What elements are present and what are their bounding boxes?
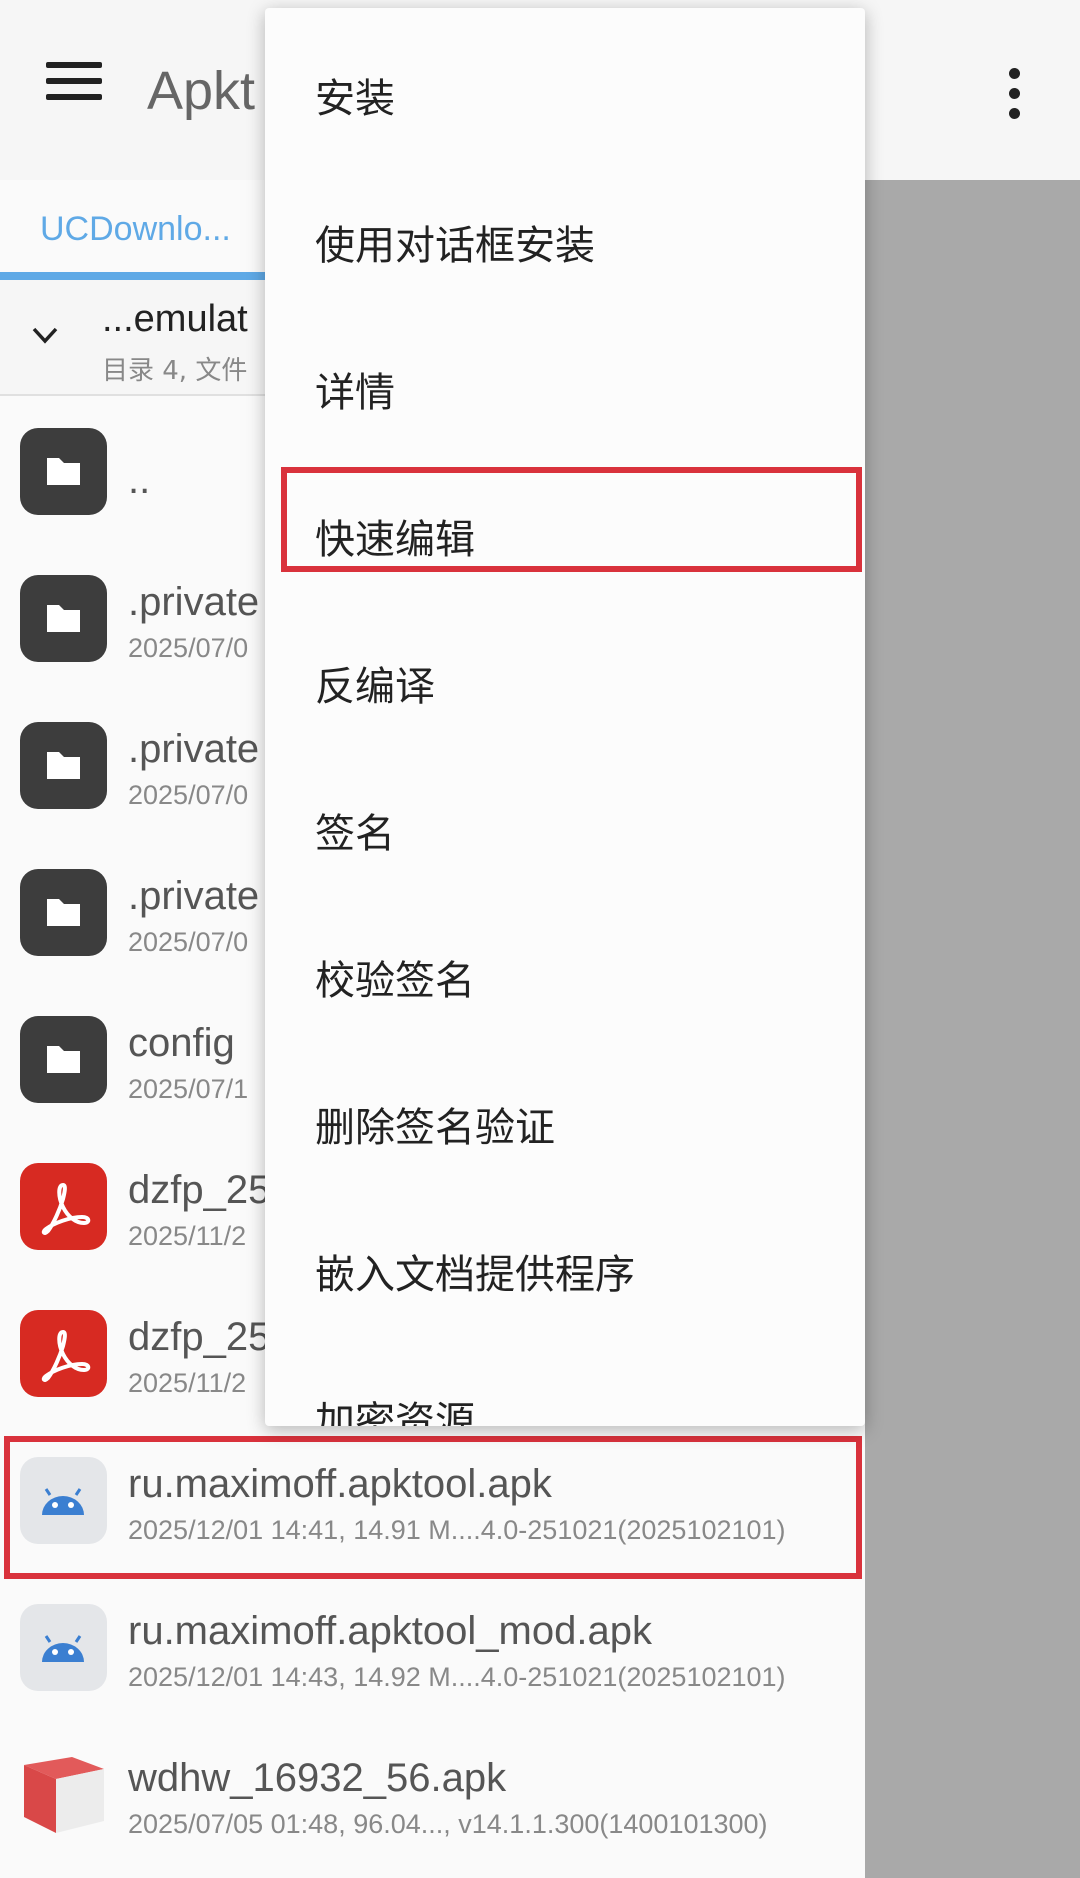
folder-icon: [20, 869, 107, 956]
file-name: ..: [128, 458, 151, 502]
file-meta: 2025/07/1: [128, 1074, 249, 1104]
file-name: dzfp_25: [128, 1315, 271, 1359]
file-meta: 2025/07/0: [128, 927, 249, 957]
tab-ucdownloads[interactable]: UCDownlo...: [40, 210, 231, 249]
file-name: ru.maximoff.apktool_mod.apk: [128, 1609, 652, 1653]
selected-file-highlight: [4, 1436, 862, 1579]
menu-item-details[interactable]: 详情: [265, 312, 865, 459]
file-name: config: [128, 1021, 235, 1065]
file-meta: 2025/11/2: [128, 1368, 247, 1398]
context-menu: 安装 使用对话框安装 详情 快速编辑 反编译 签名 校验签名 删除签名验证 嵌入…: [265, 8, 865, 1426]
menu-item-install[interactable]: 安装: [265, 18, 865, 165]
menu-item-remove-signature-verification[interactable]: 删除签名验证: [265, 1047, 865, 1194]
folder-icon: [20, 722, 107, 809]
menu-item-sign[interactable]: 签名: [265, 753, 865, 900]
quick-edit-highlight: [281, 467, 862, 572]
huawei-box-icon: [20, 1751, 107, 1838]
file-meta: 2025/07/0: [128, 633, 249, 663]
file-meta: 2025/07/05 01:48, 96.04..., v14.1.1.300(…: [128, 1809, 768, 1839]
file-name: .private: [128, 580, 260, 624]
pdf-icon: [20, 1310, 107, 1397]
android-apk-icon: [20, 1604, 107, 1691]
menu-item-encrypt-resources[interactable]: 加密资源: [265, 1341, 865, 1426]
folder-icon: [20, 1016, 107, 1103]
menu-item-install-with-dialog[interactable]: 使用对话框安装: [265, 165, 865, 312]
folder-icon: [20, 575, 107, 662]
more-options-icon[interactable]: [992, 62, 1036, 126]
file-name: dzfp_25: [128, 1168, 271, 1212]
pdf-icon: [20, 1163, 107, 1250]
path-summary: 目录 4, 文件: [102, 356, 248, 386]
file-meta: 2025/07/0: [128, 780, 249, 810]
menu-item-embed-document-provider[interactable]: 嵌入文档提供程序: [265, 1194, 865, 1341]
file-name: .private: [128, 727, 260, 771]
list-item[interactable]: ru.maximoff.apktool_mod.apk 2025/12/01 1…: [0, 1574, 1080, 1721]
list-item[interactable]: wdhw_16932_56.apk 2025/07/05 01:48, 96.0…: [0, 1721, 1080, 1868]
folder-icon: [20, 428, 107, 515]
hamburger-menu-icon[interactable]: [36, 60, 108, 120]
menu-item-decompile[interactable]: 反编译: [265, 606, 865, 753]
tab-indicator: [0, 272, 265, 280]
file-name: wdhw_16932_56.apk: [128, 1756, 507, 1800]
file-name: .private: [128, 874, 260, 918]
file-meta: 2025/12/01 14:43, 14.92 M....4.0-251021(…: [128, 1662, 786, 1692]
current-path: ...emulat: [102, 298, 248, 340]
app-title: Apkt: [147, 61, 256, 121]
file-meta: 2025/11/2: [128, 1221, 247, 1251]
menu-item-verify-signature[interactable]: 校验签名: [265, 900, 865, 1047]
chevron-down-icon[interactable]: [30, 320, 60, 350]
